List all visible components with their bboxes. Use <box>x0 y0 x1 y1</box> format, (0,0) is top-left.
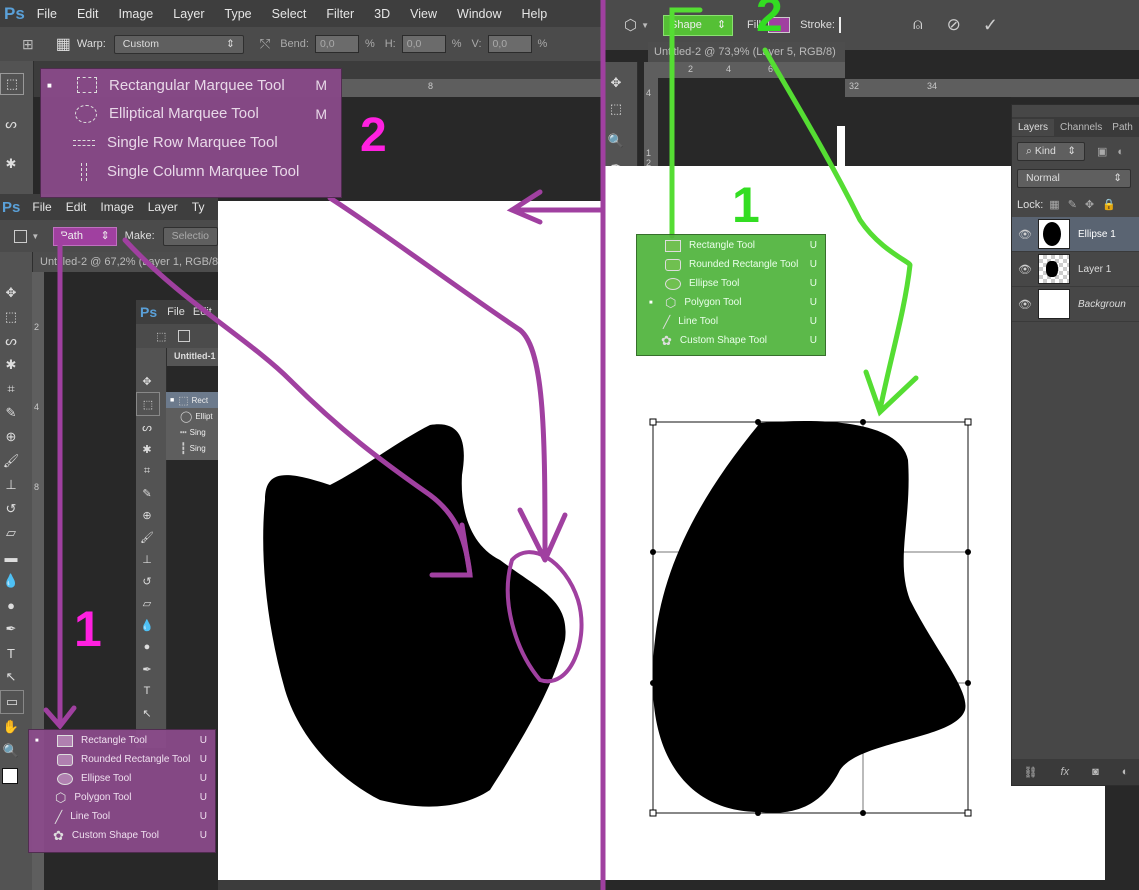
selected-indicator: ■ <box>47 80 52 90</box>
single-row-icon <box>73 139 95 146</box>
flyout-item-single-row[interactable]: Single Row Marquee Tool <box>41 128 341 157</box>
rounded-rect-icon <box>57 753 73 766</box>
polygon-tool-icon: ⬡ <box>55 789 67 805</box>
selected-indicator: ■ <box>35 737 39 744</box>
rect-marquee-icon <box>77 77 97 93</box>
ellipse-tool-icon <box>57 772 73 785</box>
rectangle-tool-icon <box>57 734 73 747</box>
flyout-item-rounded-rectangle[interactable]: Rounded Rectangle Tool U <box>29 750 215 769</box>
flyout-item-ellipse[interactable]: Ellipse Tool U <box>29 769 215 788</box>
custom-shape-icon: ✿ <box>53 827 64 843</box>
rectangle-tool-icon <box>665 239 681 252</box>
flyout-item-line[interactable]: ╱ Line Tool U <box>29 807 215 826</box>
flyout-item-ellipse-r[interactable]: Ellipse Tool U <box>637 274 825 293</box>
rounded-rect-icon <box>665 258 681 271</box>
flyout-item-rectangle-r[interactable]: Rectangle Tool U <box>637 236 825 255</box>
flyout-item-line-r[interactable]: ╱ Line Tool U <box>637 312 825 331</box>
single-column-icon <box>81 162 87 181</box>
flyout-item-rounded-rectangle-r[interactable]: Rounded Rectangle Tool U <box>637 255 825 274</box>
flyout-item-polygon-r[interactable]: ■ ⬡ Polygon Tool U <box>637 293 825 312</box>
line-tool-icon: ╱ <box>55 809 63 824</box>
marquee-tool-flyout: ■ Rectangular Marquee Tool M Elliptical … <box>40 68 342 198</box>
polygon-tool-icon: ⬡ <box>665 294 677 310</box>
annotation-number-1-right: 1 <box>732 177 760 233</box>
flyout-item-custom-shape-r[interactable]: ✿ Custom Shape Tool U <box>637 331 825 350</box>
flyout-item-rectangle[interactable]: ■ Rectangle Tool U <box>29 731 215 750</box>
flyout-item-custom-shape[interactable]: ✿ Custom Shape Tool U <box>29 826 215 845</box>
right-blob-shape <box>652 421 966 813</box>
flyout-item-rect-marquee[interactable]: ■ Rectangular Marquee Tool M <box>41 71 341 99</box>
ellipse-tool-icon <box>665 277 681 290</box>
annotation-number-2-left: 2 <box>360 109 387 162</box>
annotation-number-2-right: 2 <box>756 0 783 42</box>
right-shape-tool-flyout: Rectangle Tool U Rounded Rectangle Tool U … <box>636 234 826 356</box>
custom-shape-icon: ✿ <box>661 332 672 348</box>
flyout-item-ellipse-marquee[interactable]: Elliptical Marquee Tool M <box>41 99 341 128</box>
flyout-item-polygon[interactable]: ⬡ Polygon Tool U <box>29 788 215 807</box>
ellipse-marquee-icon <box>75 104 97 123</box>
annotation-number-1-left: 1 <box>74 601 102 657</box>
flyout-item-single-column[interactable]: Single Column Marquee Tool <box>41 157 341 186</box>
left-shape-tool-flyout: ■ Rectangle Tool U Rounded Rectangle Tool U… <box>28 729 216 853</box>
selected-indicator: ■ <box>649 299 653 306</box>
line-tool-icon: ╱ <box>663 314 671 329</box>
